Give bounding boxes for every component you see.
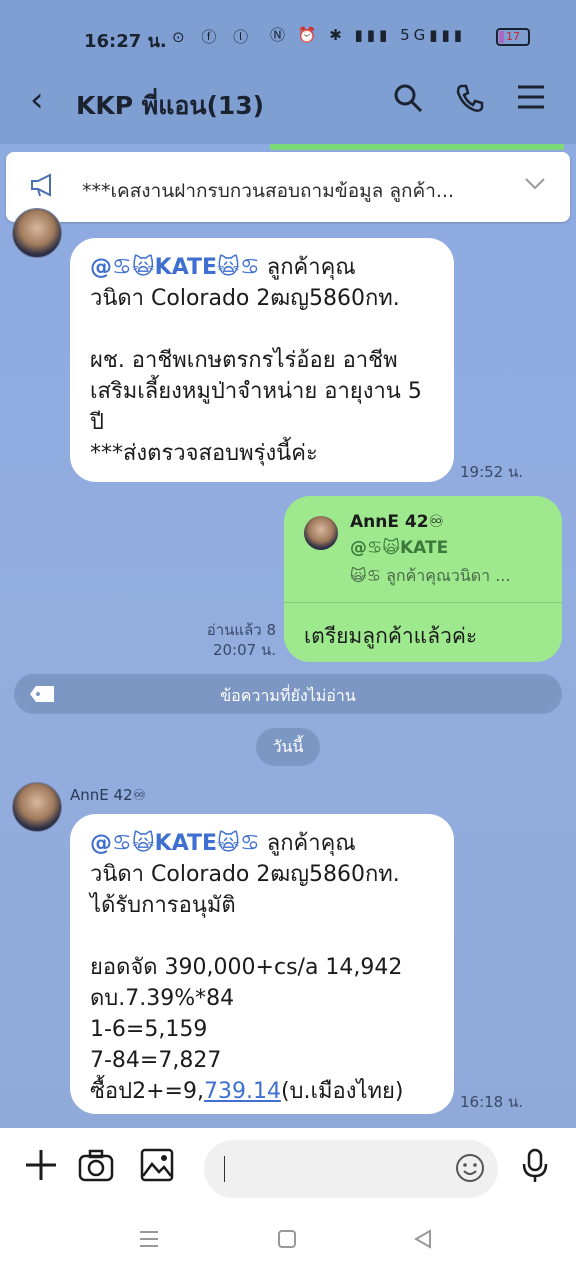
- message-line: [90, 921, 434, 952]
- search-icon[interactable]: [392, 82, 424, 121]
- chevron-down-icon[interactable]: [524, 172, 546, 196]
- message-line: วนิดา Colorado 2ฒญ5860กท.: [90, 862, 400, 887]
- message-time: 16:18 น.: [460, 1093, 524, 1111]
- phone-icon[interactable]: [454, 82, 486, 121]
- quote-sender: AnnE 42♾: [350, 512, 444, 532]
- mic-icon[interactable]: [520, 1148, 550, 1192]
- message-text: (บ.เมืองไทย): [280, 1079, 404, 1104]
- text-caret: [224, 1156, 225, 1182]
- progress-strip: [270, 144, 564, 150]
- plus-icon[interactable]: [24, 1148, 58, 1190]
- message-line: @♋🙀KATE🙀♋ ลูกค้าคุณ: [90, 255, 356, 280]
- message-line: ***ส่งตรวจสอบพรุ่งนี้ค่ะ: [90, 441, 318, 466]
- my-message-bubble[interactable]: AnnE 42♾ @♋🙀KATE 🙀♋ ลูกค้าคุณวนิดา ... เ…: [284, 496, 562, 662]
- back-nav-icon[interactable]: [412, 1228, 434, 1256]
- message-line: ซื้อป2+=9,739.14(บ.เมืองไทย): [90, 1076, 434, 1107]
- message-line: ผช. อาชีพเกษตรกรไร่อ้อย อาชีพ: [90, 348, 398, 373]
- input-bar: [0, 1128, 576, 1280]
- unread-divider: ข้อความที่ยังไม่อ่าน: [14, 674, 562, 714]
- quote-mention: @♋🙀KATE: [350, 538, 449, 558]
- battery-level: 17: [506, 30, 520, 43]
- message-text: ลูกค้าคุณ: [259, 831, 356, 856]
- message-line: [90, 314, 434, 345]
- message-line: 1-6=5,159: [90, 1017, 208, 1042]
- unread-text: ข้อความที่ยังไม่อ่าน: [220, 686, 356, 705]
- mention[interactable]: @♋🙀KATE🙀♋: [90, 255, 260, 280]
- message-time: 19:52 น.: [460, 463, 524, 481]
- back-icon[interactable]: ‹: [30, 80, 44, 120]
- image-icon[interactable]: [140, 1148, 174, 1190]
- chat-header: ‹ KKP พี่แอน(13): [0, 60, 576, 144]
- announcement-banner[interactable]: ***เคสงานฝากรบกวนสอบถามข้อมูล ลูกค้า...: [6, 152, 570, 222]
- message-line: ปี: [90, 410, 104, 435]
- message-input[interactable]: [204, 1140, 498, 1198]
- status-time: 16:27 น.: [84, 31, 167, 52]
- status-right-icons: Ⓝ ⏰ ✱ ▮▮▮ 5G▮▮▮: [269, 26, 466, 44]
- message-bubble[interactable]: @♋🙀KATE🙀♋ ลูกค้าคุณ วนิดา Colorado 2ฒญ58…: [70, 814, 454, 1114]
- message-bubble[interactable]: @♋🙀KATE🙀♋ ลูกค้าคุณ วนิดา Colorado 2ฒญ58…: [70, 238, 454, 482]
- avatar[interactable]: [12, 208, 62, 258]
- phone-link[interactable]: 739.14: [204, 1079, 281, 1104]
- emoji-icon[interactable]: [454, 1152, 486, 1191]
- camera-icon[interactable]: [78, 1148, 114, 1190]
- mention[interactable]: @♋🙀KATE🙀♋: [90, 831, 260, 856]
- sender-name: AnnE 42♾: [70, 786, 147, 804]
- message-line: ดบ.7.39%*84: [90, 986, 235, 1011]
- message-text: ซื้อป2+=9,: [90, 1079, 204, 1104]
- divider: [284, 602, 562, 603]
- day-chip: วันนี้: [256, 728, 320, 766]
- message-line: 7-84=7,827: [90, 1048, 222, 1073]
- reply-time: 20:07 น.: [212, 641, 276, 659]
- menu-icon[interactable]: [516, 82, 546, 119]
- message-line: @♋🙀KATE🙀♋ ลูกค้าคุณ: [90, 828, 434, 859]
- quote-text: 🙀♋ ลูกค้าคุณวนิดา ...: [350, 566, 511, 585]
- status-bar: 16:27 น. ⊙ ⓕ ⓛ Ⓝ ⏰ ✱ ▮▮▮ 5G▮▮▮ 17: [0, 0, 576, 60]
- announcement-text: ***เคสงานฝากรบกวนสอบถามข้อมูล ลูกค้า...: [82, 180, 454, 202]
- reply-text: เตรียมลูกค้าแล้วค่ะ: [304, 624, 478, 648]
- home-icon[interactable]: [276, 1228, 298, 1256]
- battery-icon: 17: [496, 28, 530, 46]
- recent-apps-icon[interactable]: [138, 1228, 160, 1256]
- megaphone-icon: [30, 172, 58, 205]
- status-left-icons: ⊙ ⓕ ⓛ: [172, 28, 255, 46]
- quote-avatar: [304, 516, 338, 550]
- message-line: ยอดจัด 390,000+cs/a 14,942: [90, 955, 403, 980]
- chat-title[interactable]: KKP พี่แอน(13): [76, 86, 264, 126]
- message-line: ได้รับการอนุมัติ: [90, 893, 236, 918]
- message-line: วนิดา Colorado 2ฒญ5860กท.: [90, 286, 400, 311]
- message-line: เสริมเลี้ยงหมูป่าจำหน่าย อายุงาน 5: [90, 379, 422, 404]
- avatar[interactable]: [12, 782, 62, 832]
